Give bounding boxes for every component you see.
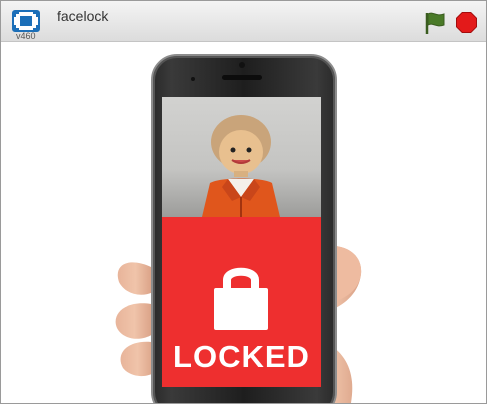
stage[interactable]: LOCKED [1, 42, 486, 403]
green-flag-button[interactable] [424, 11, 446, 35]
minifigure-image [202, 115, 280, 217]
version-label: v460 [16, 31, 36, 41]
green-flag-icon [425, 12, 445, 34]
locked-panel: LOCKED [162, 217, 321, 387]
camera-feed [162, 97, 321, 217]
stop-button[interactable] [456, 12, 477, 33]
padlock-icon [214, 267, 268, 330]
fullscreen-icon [12, 10, 40, 32]
stop-icon [456, 12, 477, 33]
project-title: facelock [57, 8, 109, 24]
title-bar: v460 facelock [1, 1, 486, 42]
phone-camera [239, 62, 245, 68]
player-window: v460 facelock LOCKED [0, 0, 487, 404]
phone-screen: LOCKED [162, 97, 321, 387]
phone-sensor [191, 77, 195, 81]
locked-status-text: LOCKED [173, 339, 310, 374]
fullscreen-button[interactable] [12, 10, 40, 32]
phone-speaker [222, 75, 262, 80]
